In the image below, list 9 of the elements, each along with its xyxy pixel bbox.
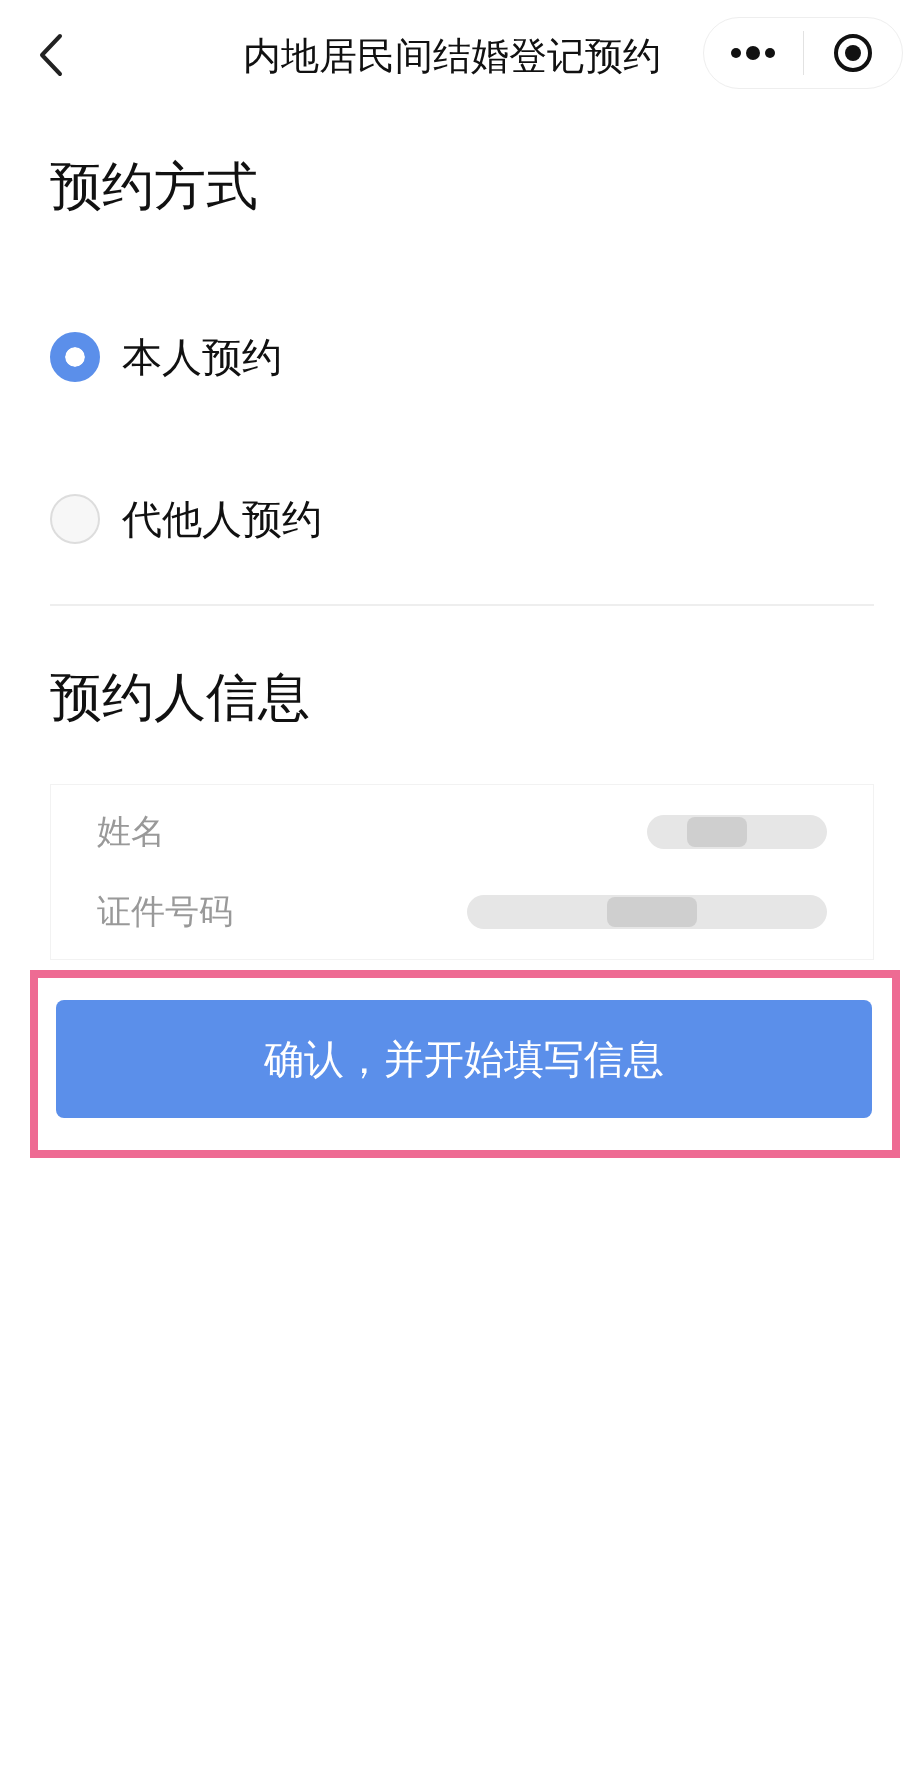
section-title: 预约方式 [50,155,259,218]
field-label: 证件号码 [97,890,233,934]
close-icon [832,33,873,73]
more-icon [730,46,777,60]
field-label: 姓名 [97,810,165,854]
section-title: 预约人信息 [50,666,311,729]
radio-option[interactable]: 代他人预约 [50,489,874,550]
radio-option[interactable]: 本人预约 [50,327,874,388]
page-title: 内地居民间结婚登记预约 [243,34,661,78]
